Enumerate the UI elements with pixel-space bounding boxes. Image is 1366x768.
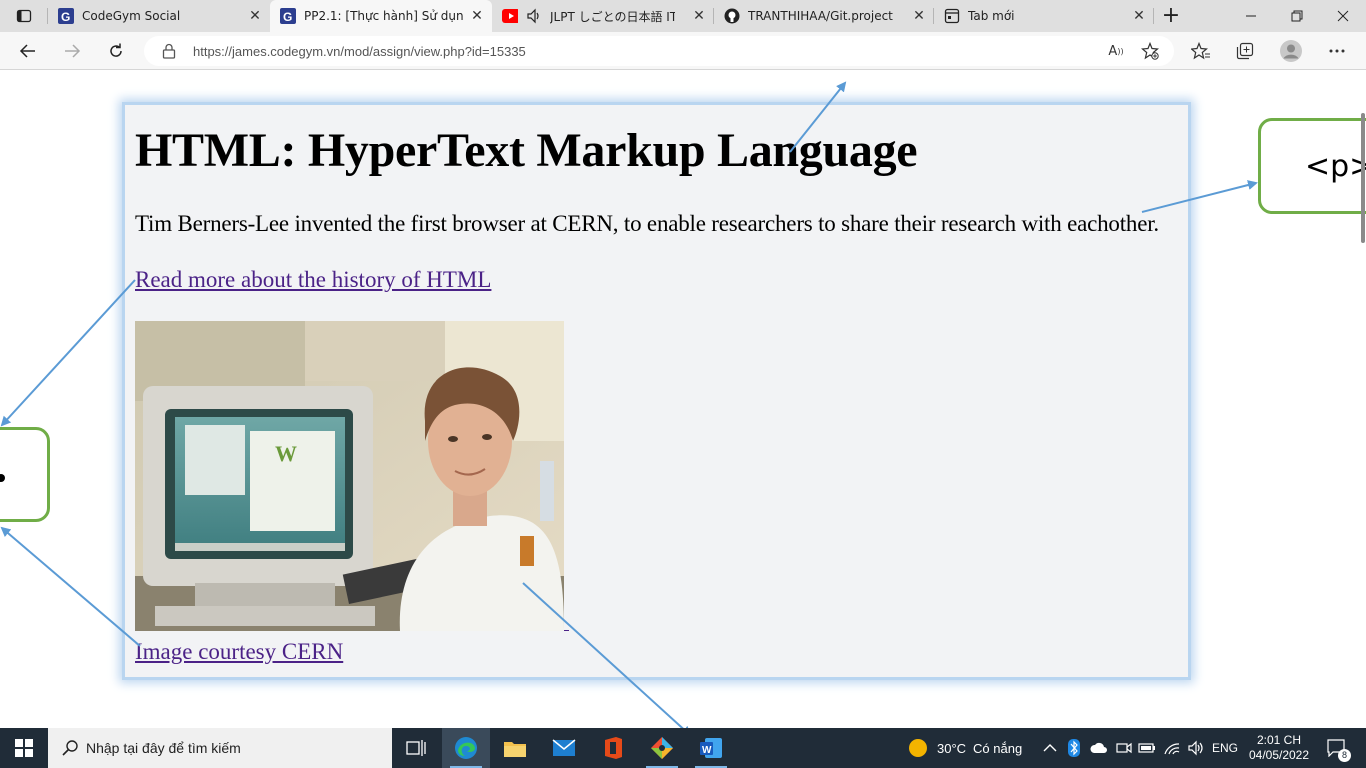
address-toolbar: https://james.codegym.vn/mod/assign/view… [0,32,1366,70]
read-aloud-label: A [1108,43,1118,59]
more-menu-icon[interactable] [1324,39,1350,63]
tab-pp21-active[interactable]: G PP2.1: [Thực hành] Sử dụng t ✕ [270,0,492,32]
read-aloud-icon[interactable]: A)) [1106,41,1126,61]
favorites-icon[interactable] [1188,39,1214,63]
close-icon[interactable]: ✕ [248,9,262,23]
office-icon[interactable] [589,728,637,768]
tab-new-tab[interactable]: Tab mới ✕ [934,0,1154,32]
close-icon[interactable]: ✕ [470,9,484,23]
search-placeholder: Nhập tại đây để tìm kiếm [86,740,241,756]
github-favicon-icon [724,8,740,24]
onedrive-cloud-icon[interactable] [1090,728,1108,768]
sun-icon [908,738,928,758]
svg-text:W: W [702,745,712,756]
close-icon[interactable]: ✕ [1132,9,1146,23]
mail-icon[interactable] [540,728,588,768]
lock-icon[interactable] [162,43,176,63]
speaker-icon[interactable] [526,8,542,24]
codegym-favicon-icon: G [58,8,74,24]
tab-strip: G CodeGym Social ✕ G PP2.1: [Thực hành] … [0,0,1366,32]
taskbar-search-box[interactable]: Nhập tại đây để tìm kiếm [48,728,392,768]
svg-text:G: G [61,10,70,24]
tab-title: CodeGym Social [82,9,181,23]
weather-desc: Có nắng [973,740,1023,756]
svg-text:W: W [275,441,297,466]
close-icon[interactable]: ✕ [912,9,926,23]
callout-p-text: <p> [1305,149,1366,184]
html-example-box: HTML: HyperText Markup Language Tim Bern… [125,105,1188,677]
forward-arrow-icon[interactable] [58,38,86,64]
tab-actions-icon[interactable] [10,6,38,26]
wifi-icon[interactable] [1163,728,1181,768]
weather-widget[interactable]: 30°C Có nắng [908,728,1022,768]
address-bar[interactable]: https://james.codegym.vn/mod/assign/view… [144,36,1174,66]
new-tab-favicon-icon [944,8,960,24]
weather-temp: 30°C [937,740,967,756]
tim-berners-lee-photo[interactable]: W [135,321,564,631]
tab-codegym-social[interactable]: G CodeGym Social ✕ [48,0,270,32]
windows-taskbar: Nhập tại đây để tìm kiếm W 30°C Có nắng [0,728,1366,768]
task-view-icon[interactable] [392,728,440,768]
minimize-icon[interactable] [1228,0,1274,32]
page-heading: HTML: HyperText Markup Language [135,124,918,177]
close-window-icon[interactable] [1320,0,1366,32]
notification-center-icon[interactable]: 8 [1322,728,1352,768]
clock-time: 2:01 CH [1256,733,1302,747]
edge-taskbar-icon[interactable] [442,728,490,768]
p-tag-callout: <p> [1258,118,1366,214]
bluetooth-icon[interactable] [1068,728,1080,768]
youtube-favicon-icon [502,8,518,24]
clock[interactable]: 2:01 CH 04/05/2022 [1246,728,1312,768]
file-explorer-icon[interactable] [491,728,539,768]
page-paragraph: Tim Berners-Lee invented the first brows… [135,211,1159,236]
close-icon[interactable]: ✕ [692,9,706,23]
back-arrow-icon[interactable] [14,38,42,64]
battery-icon[interactable] [1138,728,1156,768]
restore-icon[interactable] [1274,0,1320,32]
word-icon[interactable]: W [687,728,735,768]
svg-text:G: G [283,10,292,24]
photo-link-underline [564,630,569,631]
url-text[interactable]: https://james.codegym.vn/mod/assign/view… [193,44,526,59]
a-tag-callout [0,427,50,522]
new-tab-plus-icon[interactable]: + [1160,5,1182,28]
callout-partial-glyph [0,474,5,482]
tab-title: Tab mới [968,9,1015,23]
windows-start-icon[interactable] [0,728,48,768]
language-indicator[interactable]: ENG [1212,728,1238,768]
profile-avatar-icon[interactable] [1278,39,1304,63]
search-icon [62,740,78,756]
tab-title: JLPT しごとの日本語 IT業界 [550,9,675,24]
notification-count-badge: 8 [1338,749,1351,762]
page-viewport: HTML: HyperText Markup Language Tim Bern… [0,71,1366,728]
show-hidden-icons-chevron-icon[interactable] [1043,728,1057,768]
meet-now-icon[interactable] [1116,728,1132,768]
collections-icon[interactable] [1232,39,1258,63]
tab-separator [1153,8,1154,24]
image-courtesy-link[interactable]: Image courtesy CERN [135,639,343,665]
scrollbar-thumb[interactable] [1361,113,1365,243]
clock-date: 04/05/2022 [1248,748,1310,762]
git-icon[interactable] [638,728,686,768]
volume-icon[interactable] [1187,728,1205,768]
history-link[interactable]: Read more about the history of HTML [135,267,491,293]
add-favorite-icon[interactable] [1140,41,1160,61]
tab-github[interactable]: TRANTHIHAA/Git.project ✕ [714,0,934,32]
tab-title: TRANTHIHAA/Git.project [748,9,893,23]
refresh-icon[interactable] [102,38,130,64]
tab-jlpt[interactable]: JLPT しごとの日本語 IT業界 ✕ [492,0,714,32]
tab-title: PP2.1: [Thực hành] Sử dụng t [304,9,464,23]
codegym-favicon-icon: G [280,8,296,24]
